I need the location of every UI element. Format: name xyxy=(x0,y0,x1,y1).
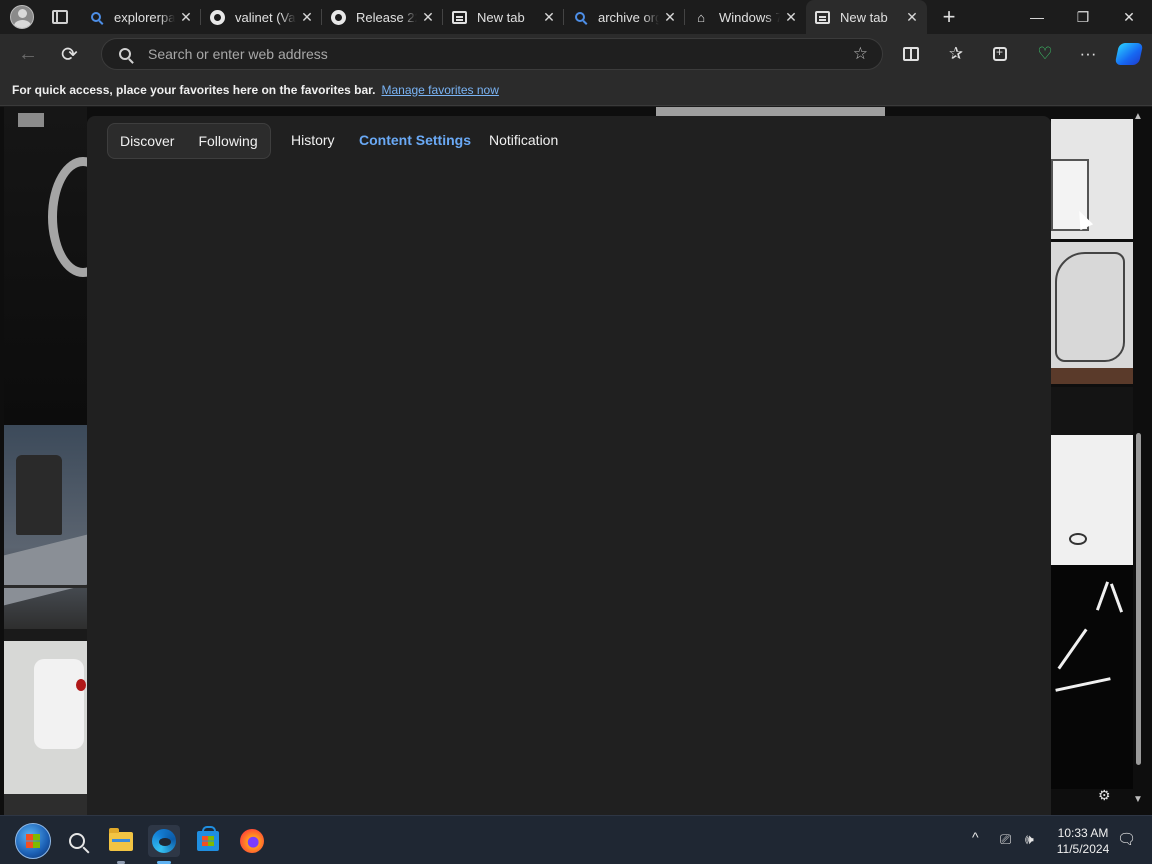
search-icon xyxy=(88,9,104,25)
windows-logo-icon xyxy=(15,823,51,859)
tab-history[interactable]: History xyxy=(291,132,335,148)
new-tab-icon xyxy=(451,9,467,25)
taskbar: ^ ⎚ 🕪 10:33 AM 11/5/2024 🗨 xyxy=(0,815,1152,864)
search-icon xyxy=(119,48,131,60)
background-image-tile xyxy=(4,107,118,425)
start-button[interactable] xyxy=(14,822,52,860)
close-tab-icon[interactable]: ✕ xyxy=(179,9,193,26)
tab-release[interactable]: Release 226 ✕ xyxy=(322,0,443,34)
manage-favorites-link[interactable]: Manage favorites now xyxy=(381,83,498,97)
tab-notification[interactable]: Notification xyxy=(489,132,558,148)
tab-title: explorerpatcher xyxy=(114,9,175,25)
close-tab-icon[interactable]: ✕ xyxy=(300,9,314,26)
tab-explorerpatcher[interactable]: explorerpatcher ✕ xyxy=(80,0,201,34)
feed-panel: Discover Following History Content Setti… xyxy=(87,116,1051,815)
page-scrollbar[interactable]: ▲ ▼ xyxy=(1132,111,1144,805)
background-image-tile xyxy=(1051,387,1133,435)
close-tab-icon[interactable]: ✕ xyxy=(663,9,677,26)
maximize-button[interactable]: ❐ xyxy=(1060,0,1106,34)
tab-title: Release 226 xyxy=(356,9,417,25)
github-icon xyxy=(209,9,225,25)
notification-center-icon[interactable]: 🗨 xyxy=(1117,830,1136,848)
scroll-up-arrow-icon[interactable]: ▲ xyxy=(1133,111,1143,122)
firefox-icon[interactable] xyxy=(236,825,268,857)
background-image-tile xyxy=(4,425,87,629)
reload-button[interactable]: ⟳ xyxy=(61,42,78,67)
close-window-button[interactable]: ✕ xyxy=(1106,0,1152,34)
tab-new-tab-active[interactable]: New tab ✕ xyxy=(806,0,927,34)
favorites-bar-message: For quick access, place your favorites h… xyxy=(12,82,376,97)
profile-avatar-icon[interactable] xyxy=(10,5,34,29)
clock-time: 10:33 AM xyxy=(1057,826,1109,840)
clock-date: 11/5/2024 xyxy=(1056,842,1110,856)
page-settings-icon[interactable]: ⚙ xyxy=(1098,787,1111,804)
tab-actions-icon[interactable] xyxy=(52,10,68,24)
tab-windows-7[interactable]: ⌂ Windows 7 ✕ xyxy=(685,0,806,34)
favorites-icon[interactable]: ✰ xyxy=(944,42,968,66)
network-icon[interactable]: ⎚ xyxy=(1000,831,1011,848)
tab-new-tab[interactable]: New tab ✕ xyxy=(443,0,564,34)
edge-browser-icon[interactable] xyxy=(148,825,180,864)
tab-title: archive org xyxy=(598,9,659,25)
scroll-thumb[interactable] xyxy=(1136,433,1141,765)
microsoft-store-icon[interactable] xyxy=(192,825,224,857)
tab-title: valinet (Valentin xyxy=(235,9,296,25)
speaker-icon[interactable]: 🕪 xyxy=(1025,831,1034,848)
background-image-tile xyxy=(1051,242,1133,384)
background-image-tile xyxy=(1051,435,1133,565)
feed-segment-group: Discover Following xyxy=(107,123,271,159)
tab-title: New tab xyxy=(477,9,525,25)
tab-following[interactable]: Following xyxy=(198,133,257,149)
tab-strip: explorerpatcher ✕ valinet (Valentin ✕ Re… xyxy=(0,0,1152,34)
background-image-tile xyxy=(656,107,885,116)
toolbar: ← ⟳ ☆ ✰ ♡ ··· xyxy=(0,34,1152,74)
new-tab-icon xyxy=(814,9,830,25)
close-tab-icon[interactable]: ✕ xyxy=(784,9,798,26)
copilot-icon[interactable] xyxy=(1114,42,1144,66)
github-icon xyxy=(330,9,346,25)
close-tab-icon[interactable]: ✕ xyxy=(905,9,919,26)
back-button[interactable]: ← xyxy=(18,43,38,66)
tab-content-settings[interactable]: Content Settings xyxy=(359,132,471,148)
background-image-tile xyxy=(1051,565,1133,789)
close-tab-icon[interactable]: ✕ xyxy=(542,9,556,26)
more-options-icon[interactable]: ··· xyxy=(1076,42,1100,66)
collections-icon[interactable] xyxy=(988,42,1012,66)
search-icon xyxy=(572,9,588,25)
address-input[interactable] xyxy=(148,42,828,66)
background-image-tile xyxy=(4,629,87,815)
scroll-down-arrow-icon[interactable]: ▼ xyxy=(1133,794,1143,805)
taskbar-search-icon[interactable] xyxy=(61,825,93,857)
tab-title: Windows 7 xyxy=(719,9,780,25)
show-hidden-icons-chevron-icon[interactable]: ^ xyxy=(972,829,979,845)
add-favorite-star-icon[interactable]: ☆ xyxy=(853,44,868,64)
minimize-button[interactable]: — xyxy=(1014,0,1060,34)
tab-discover[interactable]: Discover xyxy=(120,133,174,149)
address-bar[interactable]: ☆ xyxy=(101,38,883,70)
tab-title: New tab xyxy=(840,9,888,25)
window-controls: — ❐ ✕ xyxy=(1014,0,1152,34)
browser-essentials-icon[interactable]: ♡ xyxy=(1033,42,1057,66)
split-screen-icon[interactable] xyxy=(899,42,923,66)
tab-archive-org[interactable]: archive org ✕ xyxy=(564,0,685,34)
archive-icon: ⌂ xyxy=(697,9,705,25)
file-explorer-icon[interactable] xyxy=(105,825,137,864)
close-tab-icon[interactable]: ✕ xyxy=(421,9,435,26)
tab-list: explorerpatcher ✕ valinet (Valentin ✕ Re… xyxy=(80,0,927,34)
tab-valinet[interactable]: valinet (Valentin ✕ xyxy=(201,0,322,34)
taskbar-clock[interactable]: 10:33 AM 11/5/2024 xyxy=(1052,825,1114,857)
favorites-bar: For quick access, place your favorites h… xyxy=(0,74,1152,106)
new-tab-button[interactable]: + xyxy=(939,6,959,28)
